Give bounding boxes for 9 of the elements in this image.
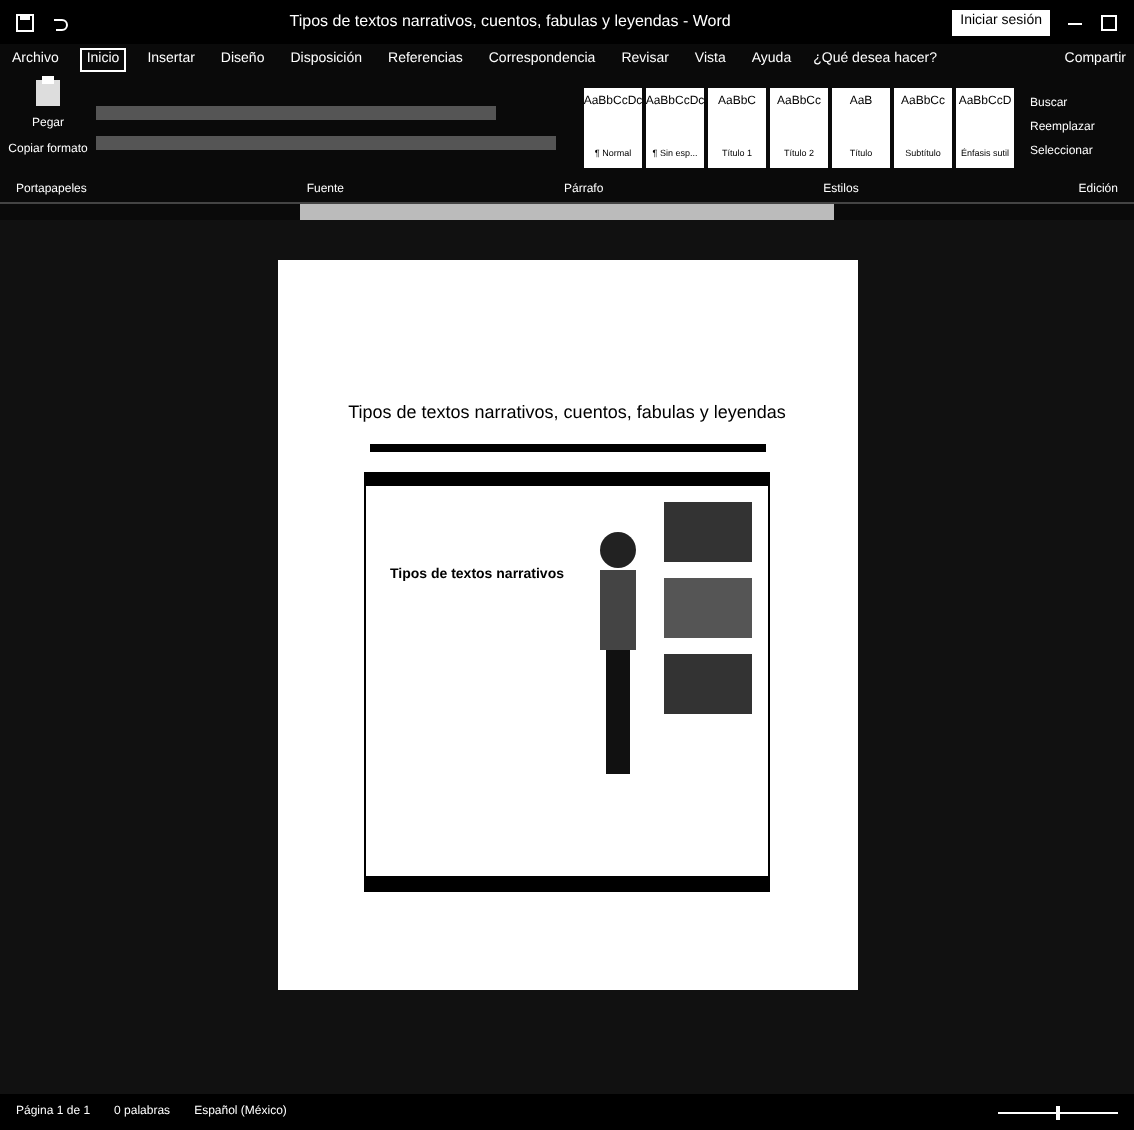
undo-icon[interactable]: [50, 13, 68, 31]
clipboard-icon[interactable]: [34, 76, 62, 108]
maximize-icon[interactable]: [1100, 13, 1118, 31]
photo-placeholder: [664, 501, 752, 561]
photo-placeholder: [664, 653, 752, 713]
photo-placeholder: [664, 577, 752, 637]
document-title: Tipos de textos narrativos, cuentos, fabulas y leyendas: [348, 400, 786, 426]
save-icon[interactable]: [16, 13, 34, 31]
window-title: Tipos de textos narrativos, cuentos, fabulas y leyendas - Word: [287, 10, 733, 34]
